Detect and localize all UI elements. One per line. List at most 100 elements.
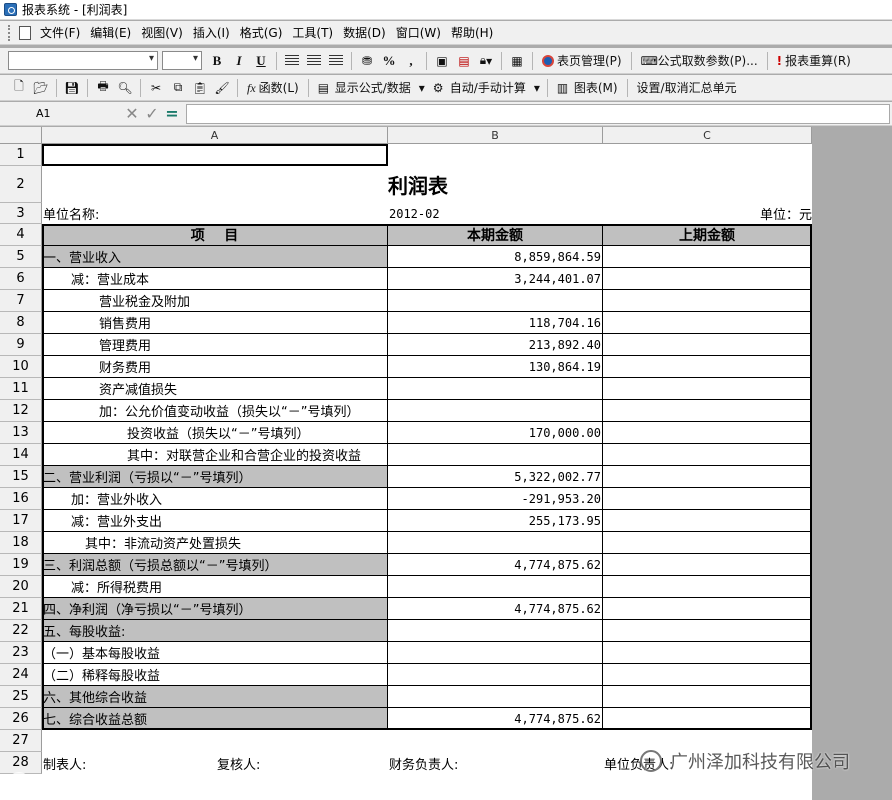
row-header[interactable]: 19	[0, 554, 42, 576]
table-row-previous[interactable]	[603, 664, 812, 686]
menu-edit[interactable]: 编辑(E)	[85, 24, 136, 41]
table-row-current[interactable]: 130,864.19	[388, 356, 603, 378]
row-header[interactable]: 26	[0, 708, 42, 730]
row-header[interactable]: 16	[0, 488, 42, 510]
fill-button[interactable]: ▤	[454, 51, 474, 71]
table-row-current[interactable]	[388, 686, 603, 708]
row-header[interactable]: 21	[0, 598, 42, 620]
menu-insert[interactable]: 插入(I)	[188, 24, 235, 41]
table-row-current[interactable]: 170,000.00	[388, 422, 603, 444]
percent-button[interactable]: %	[379, 51, 399, 71]
row-header[interactable]: 11	[0, 378, 42, 400]
table-row-current[interactable]	[388, 620, 603, 642]
row-header[interactable]: 9	[0, 334, 42, 356]
grip-handle[interactable]	[8, 24, 13, 41]
table-row-previous[interactable]	[603, 708, 812, 730]
align-center-button[interactable]	[304, 51, 324, 71]
table-row-current[interactable]	[388, 664, 603, 686]
recalc-button[interactable]: ! 报表重算(R)	[773, 51, 855, 71]
bold-button[interactable]: B	[207, 51, 227, 71]
table-row-label[interactable]: 减：营业外支出	[42, 510, 388, 532]
row-header[interactable]: 25	[0, 686, 42, 708]
table-row-label[interactable]: 一、营业收入	[42, 246, 388, 268]
table-row-current[interactable]: 118,704.16	[388, 312, 603, 334]
table-row-label[interactable]: 管理费用	[42, 334, 388, 356]
table-row-previous[interactable]	[603, 422, 812, 444]
document-icon[interactable]	[19, 25, 31, 40]
menu-view[interactable]: 视图(V)	[136, 24, 188, 41]
cancel-icon[interactable]: ✕	[122, 104, 142, 123]
table-row-previous[interactable]	[603, 400, 812, 422]
font-size-combo[interactable]	[162, 51, 202, 70]
table-row-current[interactable]: 8,859,864.59	[388, 246, 603, 268]
row-header[interactable]: 4	[0, 224, 42, 246]
auto-manual-dropdown[interactable]: ▾	[532, 78, 542, 98]
cell-reference[interactable]: A1	[4, 104, 122, 124]
table-row-label[interactable]: 二、营业利润（亏损以“－”号填列）	[42, 466, 388, 488]
currency-button[interactable]: ⛃	[357, 51, 377, 71]
table-row-label[interactable]: 销售费用	[42, 312, 388, 334]
table-row-previous[interactable]	[603, 378, 812, 400]
table-row-previous[interactable]	[603, 312, 812, 334]
row-header[interactable]: 3	[0, 203, 42, 224]
paste-button[interactable]: 📋︎	[190, 78, 210, 98]
row-header[interactable]: 22	[0, 620, 42, 642]
row-header[interactable]: 14	[0, 444, 42, 466]
table-row-label[interactable]: 加：公允价值变动收益（损失以“－”号填列）	[42, 400, 388, 422]
table-row-label[interactable]: 五、每股收益:	[42, 620, 388, 642]
print-preview-button[interactable]: 🔍︎	[115, 78, 135, 98]
row-header[interactable]: 10	[0, 356, 42, 378]
border-button[interactable]: ▣	[432, 51, 452, 71]
table-row-label[interactable]: 七、综合收益总额	[42, 708, 388, 730]
selected-cell-a1[interactable]	[42, 144, 388, 166]
row-header[interactable]: 13	[0, 422, 42, 444]
table-row-current[interactable]: 4,774,875.62	[388, 598, 603, 620]
show-formula-dropdown[interactable]: ▾	[417, 78, 427, 98]
table-row-label[interactable]: 投资收益（损失以“－”号填列）	[42, 422, 388, 444]
table-row-label[interactable]: 资产减值损失	[42, 378, 388, 400]
equals-icon[interactable]: =	[162, 104, 182, 123]
font-name-combo[interactable]	[8, 51, 158, 70]
table-row-current[interactable]	[388, 642, 603, 664]
table-row-current[interactable]: 4,774,875.62	[388, 708, 603, 730]
table-row-label[interactable]: （一）基本每股收益	[42, 642, 388, 664]
table-row-previous[interactable]	[603, 642, 812, 664]
formula-input[interactable]	[186, 103, 890, 124]
table-row-previous[interactable]	[603, 290, 812, 312]
table-row-previous[interactable]	[603, 576, 812, 598]
table-row-label[interactable]: 减：所得税费用	[42, 576, 388, 598]
table-row-current[interactable]: 5,322,002.77	[388, 466, 603, 488]
column-header-b[interactable]: B	[388, 127, 603, 144]
table-row-current[interactable]	[388, 378, 603, 400]
table-row-current[interactable]: -291,953.20	[388, 488, 603, 510]
table-row-label[interactable]: 营业税金及附加	[42, 290, 388, 312]
table-row-previous[interactable]	[603, 554, 812, 576]
show-formula-button[interactable]: ▤ 显示公式/数据	[314, 78, 415, 98]
table-row-previous[interactable]	[603, 598, 812, 620]
table-row-current[interactable]	[388, 400, 603, 422]
open-button[interactable]: 📂︎	[31, 78, 51, 98]
print-button[interactable]: 🖶	[93, 78, 113, 98]
row-header[interactable]: 20	[0, 576, 42, 598]
row-header[interactable]: 2	[0, 166, 42, 203]
new-button[interactable]: 🗋︎	[9, 78, 29, 98]
align-right-button[interactable]	[326, 51, 346, 71]
row-header[interactable]: 5	[0, 246, 42, 268]
table-row-previous[interactable]	[603, 356, 812, 378]
table-row-previous[interactable]	[603, 686, 812, 708]
table-row-previous[interactable]	[603, 444, 812, 466]
format-painter-button[interactable]: 🖌︎	[212, 78, 232, 98]
table-row-previous[interactable]	[603, 488, 812, 510]
row-header[interactable]: 8	[0, 312, 42, 334]
table-row-label[interactable]: 三、利润总额（亏损总额以“－”号填列）	[42, 554, 388, 576]
table-row-previous[interactable]	[603, 466, 812, 488]
table-row-label[interactable]: 加：营业外收入	[42, 488, 388, 510]
table-row-previous[interactable]	[603, 268, 812, 290]
row-header[interactable]: 18	[0, 532, 42, 554]
table-row-label[interactable]: 其中：非流动资产处置损失	[42, 532, 388, 554]
menu-format[interactable]: 格式(G)	[235, 24, 288, 41]
copy-button[interactable]: ⧉	[168, 78, 188, 98]
table-row-previous[interactable]	[603, 510, 812, 532]
table-row-current[interactable]: 213,892.40	[388, 334, 603, 356]
chart-button[interactable]: ▥ 图表(M)	[553, 78, 622, 98]
